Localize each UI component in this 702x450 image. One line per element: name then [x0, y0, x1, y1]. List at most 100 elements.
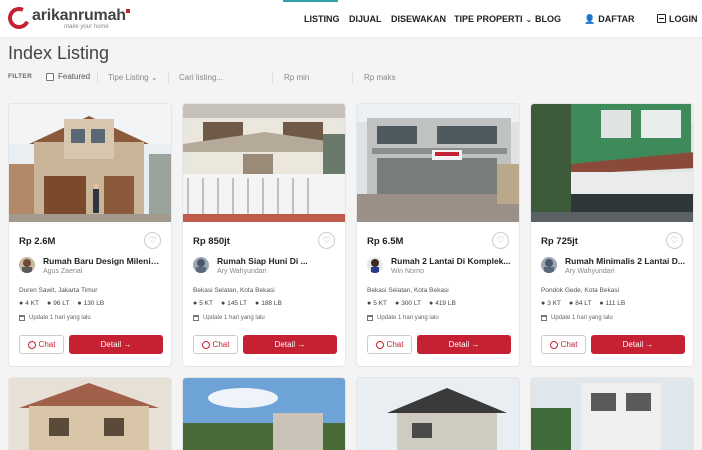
bed-icon: ● [367, 300, 372, 307]
spec-kt: 3 KT [547, 300, 561, 307]
bed-icon: ● [193, 300, 198, 307]
detail-button[interactable]: Detail → [69, 335, 163, 354]
listing-photo[interactable] [531, 104, 693, 222]
active-nav-indicator [283, 0, 338, 2]
listing-price: Rp 725jt [541, 236, 578, 247]
listing-photo[interactable] [357, 378, 520, 450]
listing-card[interactable] [182, 377, 346, 450]
spec-building: ● 130 LB [77, 300, 104, 307]
updated-text: Update 1 hari yang lalu [377, 315, 439, 321]
listing-location: Pondok Gede, Kota Bekasi [541, 287, 620, 294]
listing-card[interactable] [530, 377, 694, 450]
calendar-icon [367, 315, 373, 321]
page-title: Index Listing [8, 43, 110, 63]
price-max-input[interactable]: Rp maks [364, 73, 396, 82]
nav-login[interactable]: LOGIN [657, 14, 698, 24]
spec-lt: 300 LT [401, 300, 421, 307]
building-icon: ● [254, 300, 260, 307]
building-icon: ● [599, 300, 604, 307]
nav-dijual[interactable]: DIJUAL [349, 14, 382, 24]
listing-photo[interactable] [9, 104, 171, 222]
price-min-input[interactable]: Rp min [284, 73, 309, 82]
listing-location: Bekasi Selatan, Kota Bekasi [367, 287, 449, 294]
spec-bedrooms: ● 3 KT [541, 300, 561, 307]
search-input[interactable]: Cari listing... [179, 73, 223, 82]
land-icon: ● [46, 300, 52, 307]
spec-land: ● 84 LT [569, 300, 591, 307]
listing-title[interactable]: Rumah Minimalis 2 Lantai D... [565, 256, 685, 266]
listing-price: Rp 2.6M [19, 236, 56, 247]
nav-blog[interactable]: BLOG [535, 14, 561, 24]
spec-bedrooms: ● 5 KT [367, 300, 387, 307]
listing-title[interactable]: Rumah 2 Lantai Di Komplek... [391, 256, 511, 266]
nav-tipe-properti[interactable]: TIPE PROPERTI ⌄ [454, 14, 532, 24]
filter-bar: FILTER Featured Tipe Listing ⌄ Cari list… [0, 70, 702, 86]
listing-card[interactable]: Rp 6.5M ♡ Rumah 2 Lantai Di Komplek... W… [356, 103, 520, 367]
listing-photo[interactable] [357, 104, 519, 222]
calendar-icon [193, 315, 199, 321]
updated-text: Update 1 hari yang lalu [203, 315, 265, 321]
spec-building: ● 188 LB [255, 300, 282, 307]
whatsapp-icon [549, 340, 558, 349]
listing-card[interactable] [8, 377, 172, 450]
agent-name: Win Norno [391, 268, 425, 275]
listing-photo[interactable] [183, 378, 346, 450]
listing-price: Rp 6.5M [367, 236, 404, 247]
whatsapp-icon [375, 340, 384, 349]
spec-lt: 145 LT [227, 300, 247, 307]
nav-tipe-label: TIPE PROPERTI [454, 14, 523, 24]
chevron-down-icon: ⌄ [525, 15, 533, 24]
whatsapp-icon [27, 340, 36, 349]
avatar [367, 257, 383, 273]
tipe-listing-select[interactable]: Tipe Listing ⌄ [108, 73, 158, 82]
listing-card[interactable] [356, 377, 520, 450]
listing-title[interactable]: Rumah Siap Huni Di ... [217, 256, 337, 266]
listing-specs: ● 4 KT ● 96 LT ● 130 LB [19, 300, 104, 307]
listing-card[interactable]: Rp 2.6M ♡ Rumah Baru Design Milenial... … [8, 103, 172, 367]
listing-card[interactable]: Rp 725jt ♡ Rumah Minimalis 2 Lantai D...… [530, 103, 694, 367]
detail-button[interactable]: Detail → [243, 335, 337, 354]
listing-photo[interactable] [183, 104, 345, 222]
chat-button[interactable]: Chat [19, 335, 64, 354]
building-icon: ● [77, 300, 82, 307]
nav-disewakan[interactable]: DISEWAKAN [391, 14, 446, 24]
spec-lt: 96 LT [53, 300, 70, 307]
chat-label: Chat [386, 340, 404, 349]
login-icon [657, 14, 666, 23]
spec-bedrooms: ● 5 KT [193, 300, 213, 307]
listing-location: Duren Sawit, Jakarta Timur [19, 287, 98, 294]
heart-icon[interactable]: ♡ [318, 232, 335, 249]
updated-text: Update 1 hari yang lalu [551, 315, 613, 321]
updated-text: Update 1 hari yang lalu [29, 315, 91, 321]
spec-lb: 111 LB [605, 300, 626, 307]
listing-card[interactable]: Rp 850jt ♡ Rumah Siap Huni Di ... Ary Wa… [182, 103, 346, 367]
heart-icon[interactable]: ♡ [492, 232, 509, 249]
heart-icon[interactable]: ♡ [666, 232, 683, 249]
heart-icon[interactable]: ♡ [144, 232, 161, 249]
calendar-icon [541, 315, 547, 321]
listing-photo[interactable] [9, 378, 172, 450]
brand-logo[interactable]: arikanrumah make your home [4, 3, 130, 33]
chat-button[interactable]: Chat [541, 335, 586, 354]
spec-land: ● 96 LT [47, 300, 69, 307]
bed-icon: ● [19, 300, 24, 307]
top-navbar: arikanrumah make your home LISTING DIJUA… [0, 0, 702, 38]
brand-tagline: make your home [64, 24, 109, 30]
listing-photo[interactable] [531, 378, 694, 450]
user-plus-icon: 👤 [584, 14, 596, 24]
spec-lb: 188 LB [261, 300, 282, 307]
detail-button[interactable]: Detail → [591, 335, 685, 354]
detail-button[interactable]: Detail → [417, 335, 511, 354]
chat-button[interactable]: Chat [193, 335, 238, 354]
updated-info: Update 1 hari yang lalu [367, 315, 439, 321]
chat-button[interactable]: Chat [367, 335, 412, 354]
building-icon: ● [428, 300, 434, 307]
nav-listing[interactable]: LISTING [304, 14, 340, 24]
listing-title[interactable]: Rumah Baru Design Milenial... [43, 256, 163, 266]
featured-checkbox[interactable]: Featured [46, 72, 90, 81]
divider [168, 73, 169, 83]
divider [97, 73, 98, 83]
chat-label: Chat [560, 340, 578, 349]
nav-daftar[interactable]: 👤 DAFTAR [584, 14, 635, 25]
checkbox-box[interactable] [46, 72, 54, 81]
